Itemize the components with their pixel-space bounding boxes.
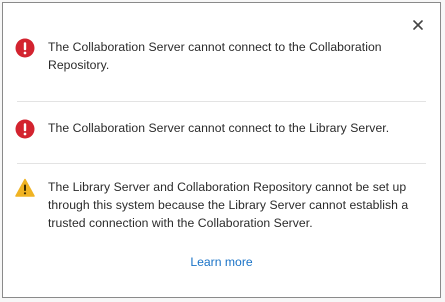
- divider: [17, 101, 426, 102]
- message-item-collab-repository: The Collaboration Server cannot connect …: [15, 38, 426, 74]
- message-item-library-server: The Collaboration Server cannot connect …: [15, 119, 426, 139]
- error-icon: [15, 119, 35, 139]
- message-text: The Collaboration Server cannot connect …: [48, 40, 382, 72]
- divider: [17, 163, 426, 164]
- close-button[interactable]: [410, 17, 426, 33]
- message-text: The Collaboration Server cannot connect …: [48, 121, 390, 135]
- close-icon: [413, 20, 423, 30]
- error-dialog: The Collaboration Server cannot connect …: [2, 2, 441, 298]
- message-text: The Library Server and Collaboration Rep…: [48, 180, 409, 230]
- message-item-trusted-connection: The Library Server and Collaboration Rep…: [15, 178, 426, 232]
- error-icon: [15, 38, 35, 58]
- learn-more-link[interactable]: Learn more: [3, 255, 440, 269]
- warning-icon: [15, 178, 35, 198]
